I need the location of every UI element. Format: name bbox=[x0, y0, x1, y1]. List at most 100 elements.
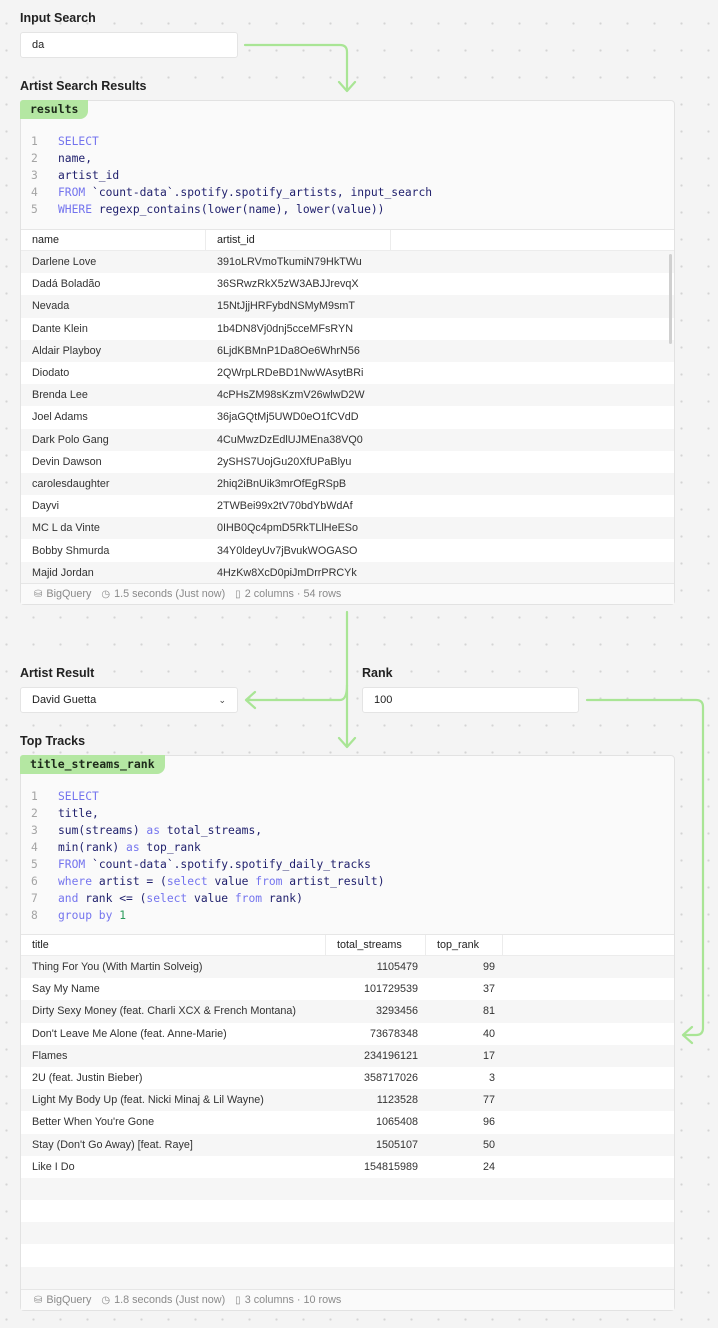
code-line: 5 WHERE regexp_contains(lower(name), lowe… bbox=[21, 201, 674, 218]
code-line: 7 and rank <= (select value from rank) bbox=[21, 890, 674, 907]
artist-search-results-label: Artist Search Results bbox=[20, 79, 147, 93]
code-token: `count-data`.spotify.spotify_artists, in… bbox=[85, 186, 433, 199]
code-line: 2 title, bbox=[21, 805, 674, 822]
line-number: 1 bbox=[31, 790, 38, 803]
line-number: 8 bbox=[31, 909, 38, 922]
code-token: name, bbox=[58, 152, 93, 165]
line-number: 4 bbox=[31, 186, 38, 199]
cell-name: Majid Jordan bbox=[32, 566, 94, 579]
column-header-top-rank[interactable]: top_rank bbox=[426, 935, 503, 955]
table-row[interactable]: Say My Name 101729539 37 bbox=[21, 978, 674, 1000]
table-row[interactable]: Light My Body Up (feat. Nicki Minaj & Li… bbox=[21, 1089, 674, 1112]
table-row[interactable]: Joel Adams 36jaGQtMj5UWD0eO1fCVdD bbox=[21, 406, 674, 428]
table-row[interactable]: Devin Dawson 2ySHS7UojGu20XfUPaBlyu bbox=[21, 451, 674, 473]
cell-total-streams: 101729539 bbox=[363, 983, 418, 996]
line-number: 7 bbox=[31, 892, 38, 905]
code-token: `count-data`.spotify.spotify_daily_track… bbox=[85, 858, 371, 871]
cell-total-streams: 1123528 bbox=[376, 1094, 418, 1107]
code-token: total_streams, bbox=[160, 824, 263, 837]
line-number: 6 bbox=[31, 875, 38, 888]
results-footer: ⛁ BigQuery ◷ 1.8 seconds (Just now) ▯ 3 col… bbox=[21, 1289, 674, 1310]
cell-artist-id: 6LjdKBMnP1Da8Oe6WhrN56 bbox=[217, 344, 360, 357]
table-row[interactable]: carolesdaughter 2hiq2iBnUik3mrOfEgRSpB bbox=[21, 472, 674, 496]
query-name-tag[interactable]: title_streams_rank bbox=[20, 755, 165, 774]
table-row[interactable]: Darlene Love 391oLRVmoTkumiN79HkTWu bbox=[21, 251, 674, 274]
code-token: group by bbox=[58, 909, 113, 922]
cell-total-streams: 73678348 bbox=[369, 1027, 418, 1040]
table-row[interactable]: Flames 234196121 17 bbox=[21, 1044, 674, 1067]
empty-row bbox=[21, 1200, 674, 1222]
table-row[interactable]: Better When You're Gone 1065408 96 bbox=[21, 1111, 674, 1133]
cell-artist-id: 391oLRVmoTkumiN79HkTWu bbox=[217, 256, 362, 269]
input-search-field[interactable]: da bbox=[20, 32, 238, 58]
cell-title: Stay (Don't Go Away) [feat. Raye] bbox=[32, 1138, 193, 1151]
cell-title: 2U (feat. Justin Bieber) bbox=[32, 1072, 143, 1085]
table-row[interactable]: Dadá Boladão 36SRwzRkX5zW3ABJJrevqX bbox=[21, 273, 674, 295]
table-row[interactable]: Aldair Playboy 6LjdKBMnP1Da8Oe6WhrN56 bbox=[21, 339, 674, 362]
code-token: artist_result) bbox=[282, 875, 385, 888]
code-line: 3 artist_id bbox=[21, 167, 674, 184]
footer-source: BigQuery bbox=[46, 588, 92, 600]
code-line: 3 sum(streams) as total_streams, bbox=[21, 822, 674, 839]
artist-result-select[interactable]: David Guetta ⌄ bbox=[20, 687, 238, 713]
table-row[interactable]: Majid Jordan 4HzKw8XcD0piJmDrrPRCYk bbox=[21, 561, 674, 583]
table-row[interactable]: Brenda Lee 4cPHsZM98sKzmV26wlwD2W bbox=[21, 384, 674, 407]
code-token: SELECT bbox=[58, 135, 99, 148]
query-name-tag[interactable]: results bbox=[20, 100, 89, 119]
empty-row bbox=[21, 1222, 674, 1245]
column-header-title[interactable]: title bbox=[21, 935, 326, 955]
cell-name: Dayvi bbox=[32, 500, 59, 513]
sql-editor[interactable]: 1 SELECT 2 title, 3 sum(streams) as total_str… bbox=[21, 756, 674, 924]
line-number: 2 bbox=[31, 807, 38, 820]
cell-name: Dante Klein bbox=[32, 322, 88, 335]
database-icon: ⛁ bbox=[34, 1294, 43, 1306]
column-header-name[interactable]: name bbox=[21, 230, 206, 250]
table-row[interactable]: Dark Polo Gang 4CuMwzDzEdlUJMEna38VQ0 bbox=[21, 428, 674, 451]
cell-artist-id: 4CuMwzDzEdlUJMEna38VQ0 bbox=[217, 433, 363, 446]
footer-time: 1.8 seconds (Just now) bbox=[114, 1294, 226, 1306]
code-token: value bbox=[207, 875, 256, 888]
cell-name: Diodato bbox=[32, 367, 70, 380]
input-search-label: Input Search bbox=[20, 11, 96, 25]
table-row[interactable]: Stay (Don't Go Away) [feat. Raye] 1505107… bbox=[21, 1133, 674, 1156]
table-row[interactable]: Like I Do 154815989 24 bbox=[21, 1156, 674, 1178]
cell-total-streams: 1065408 bbox=[375, 1116, 418, 1129]
cell-artist-id: 4cPHsZM98sKzmV26wlwD2W bbox=[217, 389, 365, 402]
table-row[interactable]: Bobby Shmurda 34Y0ldeyUv7jBvukWOGASO bbox=[21, 539, 674, 561]
cell-top-rank: 37 bbox=[482, 983, 495, 996]
table-row[interactable]: Don't Leave Me Alone (feat. Anne-Marie) 7… bbox=[21, 1023, 674, 1045]
code-line: 2 name, bbox=[21, 150, 674, 167]
cell-name: carolesdaughter bbox=[32, 477, 110, 490]
cell-top-rank: 96 bbox=[482, 1116, 495, 1129]
code-token: WHERE bbox=[58, 203, 93, 216]
cell-top-rank: 17 bbox=[482, 1049, 495, 1062]
table-row[interactable]: Dirty Sexy Money (feat. Charli XCX & Fre… bbox=[21, 1000, 674, 1023]
table-row[interactable]: Dante Klein 1b4DN8Vj0dnj5cceMFsRYN bbox=[21, 318, 674, 340]
table-row[interactable]: Thing For You (With Martin Solveig) 11054… bbox=[21, 956, 674, 979]
table-row[interactable]: Dayvi 2TWBei99x2tV70bdYbWdAf bbox=[21, 495, 674, 517]
cell-title: Like I Do bbox=[32, 1160, 75, 1173]
code-token: regexp_contains(lower(name), lower(value… bbox=[92, 203, 385, 216]
column-header-total-streams[interactable]: total_streams bbox=[326, 935, 426, 955]
table-row[interactable]: Nevada 15NtJjjHRFybdNSMyM9smT bbox=[21, 295, 674, 318]
cell-name: Brenda Lee bbox=[32, 389, 88, 402]
scrollbar[interactable] bbox=[669, 254, 672, 344]
rank-input[interactable]: 100 bbox=[362, 687, 579, 713]
table-row[interactable]: MC L da Vinte 0IHB0Qc4pmD5RkTLlHeESo bbox=[21, 517, 674, 540]
sql-editor[interactable]: 1 SELECT 2 name, 3 artist_id 4 FROM `count-data… bbox=[21, 101, 674, 218]
cell-total-streams: 154815989 bbox=[363, 1160, 418, 1173]
code-token: FROM bbox=[58, 186, 86, 199]
code-line: 8 group by 1 bbox=[21, 907, 674, 924]
code-token: from bbox=[234, 892, 263, 905]
column-header-artist-id[interactable]: artist_id bbox=[206, 230, 391, 250]
cell-name: Darlene Love bbox=[32, 256, 97, 269]
table-row[interactable]: Diodato 2QWrpLRDeBD1NwWAsytBRi bbox=[21, 362, 674, 384]
footer-shape: 2 columns · 54 rows bbox=[244, 588, 342, 600]
database-icon: ⛁ bbox=[34, 588, 43, 600]
code-token: as bbox=[126, 841, 140, 854]
top-tracks-card: title_streams_rank 1 SELECT 2 title, 3 sum(st… bbox=[20, 755, 675, 1311]
table-row[interactable]: 2U (feat. Justin Bieber) 358717026 3 bbox=[21, 1067, 674, 1089]
columns-icon: ▯ bbox=[235, 1294, 241, 1306]
cell-top-rank: 24 bbox=[482, 1160, 495, 1173]
cell-title: Don't Leave Me Alone (feat. Anne-Marie) bbox=[32, 1027, 227, 1040]
